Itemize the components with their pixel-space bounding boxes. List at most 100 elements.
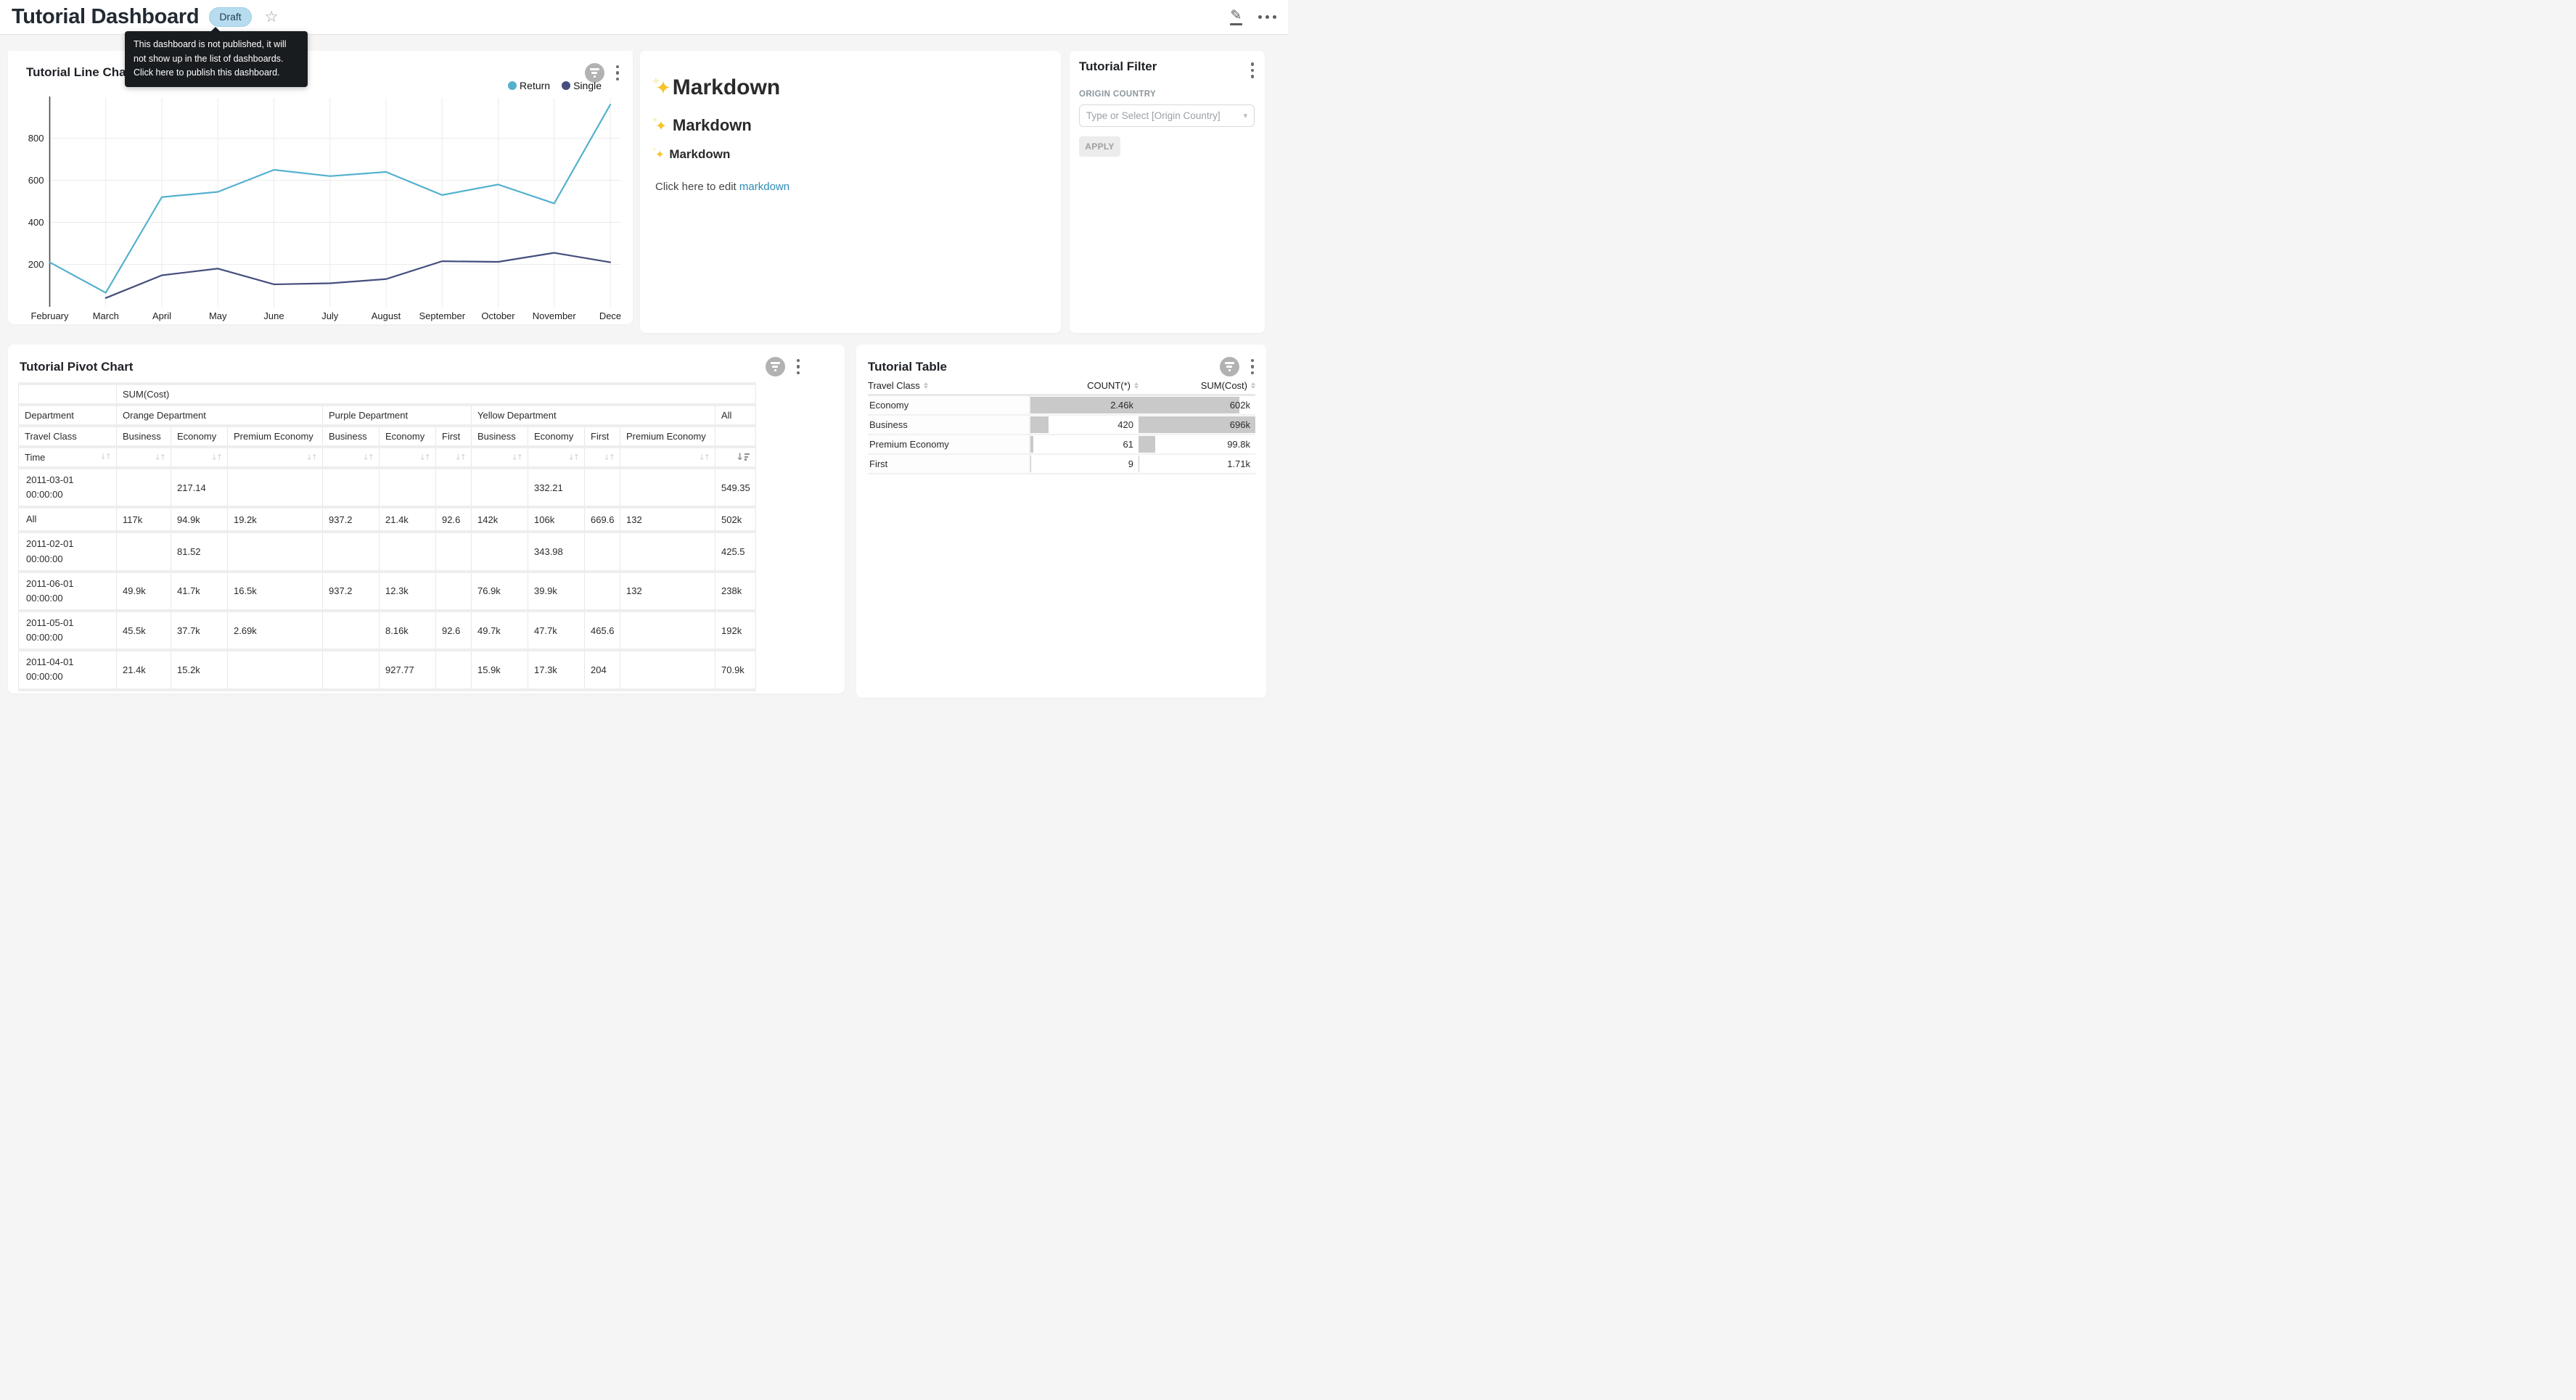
sort-arrows-icon[interactable]: ↓↑ xyxy=(568,453,578,462)
sort-arrows-icon[interactable]: ↓↑ xyxy=(211,453,221,462)
pivot-sort-cell[interactable]: ↓↑ xyxy=(117,447,171,468)
pivot-value-cell: 21.4k xyxy=(380,507,436,532)
pivot-sort-cell[interactable]: ↓↑ xyxy=(228,447,323,468)
pivot-sort-cell[interactable]: ↓↑ xyxy=(171,447,228,468)
pivot-row-label: All xyxy=(19,507,117,532)
count-value: 2.46k xyxy=(1110,396,1133,414)
pivot-sort-cell-active[interactable]: ↓ xyxy=(715,447,756,468)
table-body: Economy2.46k602kBusiness420696kPremium E… xyxy=(868,396,1255,474)
pivot-sort-cell[interactable]: ↓↑ xyxy=(620,447,715,468)
pivot-class-header: First xyxy=(585,426,620,447)
sort-arrows-icon[interactable]: ↓↑ xyxy=(604,453,614,462)
pivot-data-row: 2011-04-01 00:00:0021.4k15.2k927.7715.9k… xyxy=(19,650,756,689)
pivot-table-container: SUM(Cost)DepartmentOrange DepartmentPurp… xyxy=(18,382,755,691)
pivot-class-header: Economy xyxy=(528,426,585,447)
tooltip-arrow xyxy=(210,27,221,32)
sparkles-icon: ✦✧ xyxy=(655,78,671,99)
svg-text:800: 800 xyxy=(28,133,44,144)
pivot-corner-cell xyxy=(19,384,117,405)
pivot-sort-cell[interactable]: ↓↑ xyxy=(436,447,472,468)
pivot-value-cell xyxy=(228,650,323,689)
kebab-menu-icon[interactable] xyxy=(795,359,803,375)
value-bar xyxy=(1139,436,1155,453)
count-value: 420 xyxy=(1117,416,1133,434)
pivot-chart-title: Tutorial Pivot Chart xyxy=(20,360,133,374)
apply-button[interactable]: APPLY xyxy=(1079,136,1120,157)
pivot-metric-header: SUM(Cost) xyxy=(117,384,756,405)
pivot-sort-cell[interactable]: ↓↑ xyxy=(528,447,585,468)
sort-arrows-icon[interactable]: ↓↑ xyxy=(100,452,110,461)
tutorial-pivot-chart-card: Tutorial Pivot Chart SUM(Cost)Department… xyxy=(8,345,845,693)
filter-scope-icon[interactable] xyxy=(766,357,785,376)
svg-text:April: April xyxy=(152,310,171,321)
markdown-h3: ✦✧ Markdown xyxy=(655,147,1045,162)
filter-scope-icon[interactable] xyxy=(1220,357,1239,376)
pivot-value-cell xyxy=(380,532,436,571)
kebab-menu-icon[interactable] xyxy=(1249,62,1257,78)
pivot-class-header: Premium Economy xyxy=(228,426,323,447)
sum-cell: 696k xyxy=(1139,416,1255,434)
travel-class-cell: Premium Economy xyxy=(868,435,1030,453)
pivot-sort-cell[interactable]: ↓↑ xyxy=(585,447,620,468)
pivot-sort-cell[interactable]: ↓↑ xyxy=(380,447,436,468)
sum-value: 1.71k xyxy=(1227,455,1250,473)
ellipsis-menu-button[interactable] xyxy=(1258,12,1276,22)
star-icon[interactable]: ☆ xyxy=(265,9,279,25)
sort-desc-icon[interactable]: ↓ xyxy=(736,453,750,462)
line-chart-canvas[interactable]: 200400600800FebruaryMarchAprilMayJuneJul… xyxy=(8,51,633,324)
tutorial-table-card: Tutorial Table Travel Class COUNT(*) SUM… xyxy=(856,345,1266,698)
pivot-value-cell xyxy=(620,532,715,571)
svg-text:May: May xyxy=(209,310,227,321)
svg-text:400: 400 xyxy=(28,217,44,228)
sort-arrows-icon[interactable]: ↓↑ xyxy=(699,453,709,462)
table-header-row: Travel Class COUNT(*) SUM(Cost) xyxy=(868,377,1255,396)
table-row: Business420696k xyxy=(868,416,1255,435)
sort-arrows-icon[interactable]: ↓↑ xyxy=(455,453,465,462)
pivot-value-cell: 937.2 xyxy=(323,572,380,611)
pivot-value-cell: 92.6 xyxy=(436,611,472,650)
pivot-value-cell xyxy=(228,532,323,571)
pivot-sort-cell[interactable]: ↓↑ xyxy=(323,447,380,468)
tutorial-filter-card: Tutorial Filter ORIGIN COUNTRY Type or S… xyxy=(1070,51,1265,333)
edit-dashboard-button[interactable]: ✎ xyxy=(1230,9,1242,25)
column-header-sum-cost[interactable]: SUM(Cost) xyxy=(1139,380,1255,391)
svg-text:March: March xyxy=(93,310,119,321)
pivot-row-label: 2011-04-01 00:00:00 xyxy=(19,650,117,689)
pivot-value-cell xyxy=(117,532,171,571)
svg-text:Dece: Dece xyxy=(599,310,621,321)
pivot-all-header: All xyxy=(715,405,756,426)
sort-arrows-icon[interactable]: ↓↑ xyxy=(363,453,373,462)
svg-text:July: July xyxy=(321,310,339,321)
column-header-count[interactable]: COUNT(*) xyxy=(1030,380,1139,391)
table-row: Economy2.46k602k xyxy=(868,396,1255,416)
caret-down-icon: ▾ xyxy=(1243,111,1247,120)
origin-country-select[interactable]: Type or Select [Origin Country] ▾ xyxy=(1079,104,1255,127)
table-card-title: Tutorial Table xyxy=(868,360,947,374)
pivot-time-header[interactable]: Time↓↑ xyxy=(19,447,117,468)
pivot-value-cell xyxy=(436,468,472,507)
sort-arrows-icon[interactable]: ↓↑ xyxy=(512,453,522,462)
svg-text:September: September xyxy=(419,310,465,321)
markdown-card[interactable]: ✦✧Markdown ✦✧ Markdown ✦✧ Markdown Click… xyxy=(640,51,1061,333)
pivot-value-cell xyxy=(585,532,620,571)
pivot-value-cell: 106k xyxy=(528,507,585,532)
travel-class-cell: First xyxy=(868,455,1030,473)
column-header-travel-class[interactable]: Travel Class xyxy=(868,380,1030,391)
value-bar xyxy=(1030,456,1031,472)
pivot-sort-cell[interactable]: ↓↑ xyxy=(472,447,528,468)
pivot-class-header: Business xyxy=(323,426,380,447)
edit-markdown-link[interactable]: markdown xyxy=(739,181,789,193)
page-title[interactable]: Tutorial Dashboard xyxy=(12,5,199,29)
draft-status-badge[interactable]: Draft xyxy=(209,7,251,28)
kebab-menu-icon[interactable] xyxy=(1249,359,1257,375)
sum-value: 696k xyxy=(1230,416,1250,434)
pivot-value-cell: 465.6 xyxy=(585,611,620,650)
pivot-value-cell: 117k xyxy=(117,507,171,532)
sort-arrows-icon[interactable]: ↓↑ xyxy=(419,453,430,462)
sort-arrows-icon[interactable]: ↓↑ xyxy=(155,453,165,462)
sparkles-icon: ✦✧ xyxy=(655,118,667,134)
sort-arrows-icon[interactable]: ↓↑ xyxy=(306,453,316,462)
pivot-value-cell: 238k xyxy=(715,572,756,611)
pivot-value-cell: 92.6 xyxy=(436,507,472,532)
pivot-value-cell: 41.7k xyxy=(171,572,228,611)
